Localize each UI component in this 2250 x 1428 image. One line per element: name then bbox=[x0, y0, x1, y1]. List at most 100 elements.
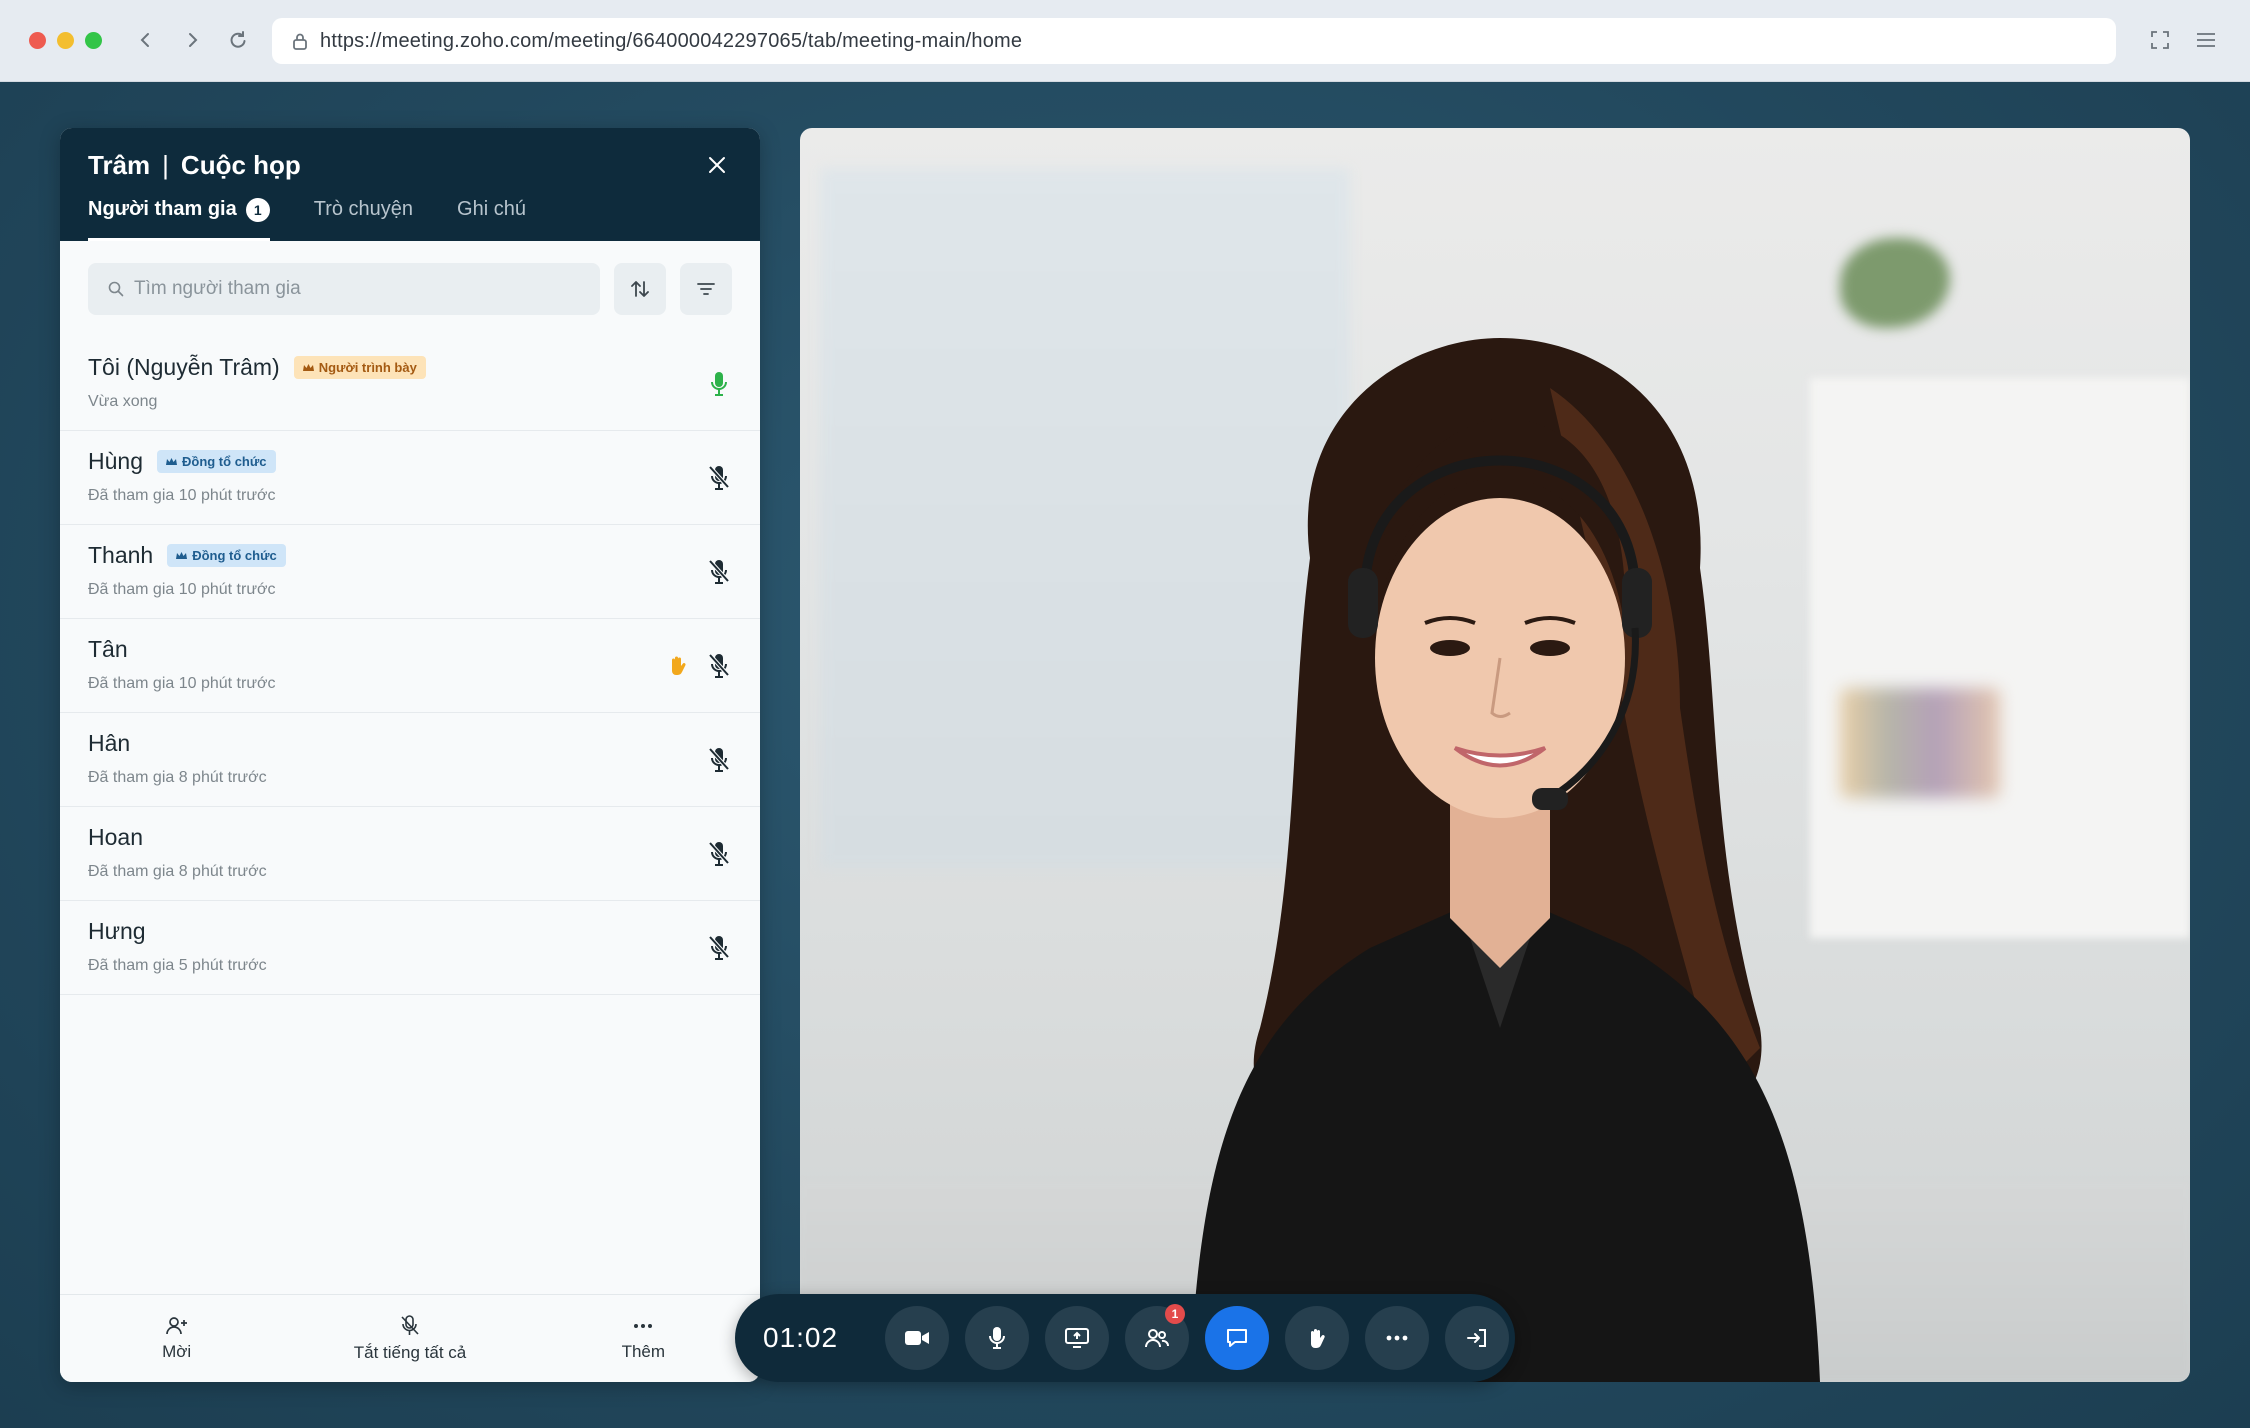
participant-name: Tôi (Nguyễn Trâm) bbox=[88, 354, 280, 380]
reload-button[interactable] bbox=[220, 22, 256, 58]
participant-name: Hùng bbox=[88, 448, 143, 474]
close-window-button[interactable] bbox=[29, 32, 46, 49]
mic-muted-icon[interactable] bbox=[706, 558, 732, 586]
mic-muted-icon[interactable] bbox=[706, 934, 732, 962]
participant-status: Đã tham gia 10 phút trước bbox=[88, 581, 276, 598]
crown-icon bbox=[302, 363, 314, 371]
search-icon bbox=[108, 281, 124, 297]
chat-button[interactable] bbox=[1205, 1306, 1269, 1370]
meeting-controls: 01:02 1 bbox=[735, 1294, 1515, 1382]
filter-button[interactable] bbox=[680, 263, 732, 315]
share-screen-button[interactable] bbox=[1045, 1306, 1109, 1370]
filter-icon bbox=[697, 283, 715, 295]
tab-notes[interactable]: Ghi chú bbox=[457, 194, 526, 241]
invite-button[interactable]: Mời bbox=[60, 1295, 293, 1382]
title-separator: | bbox=[162, 150, 169, 180]
participants-list: Tôi (Nguyễn Trâm) Người trình bày Vừa xo… bbox=[60, 337, 760, 995]
share-screen-icon bbox=[1065, 1328, 1089, 1348]
participant-row[interactable]: Tôi (Nguyễn Trâm) Người trình bày Vừa xo… bbox=[60, 337, 760, 431]
mic-off-icon bbox=[401, 1314, 419, 1335]
participant-status: Đã tham gia 10 phút trước bbox=[88, 487, 276, 504]
fullscreen-button[interactable] bbox=[2142, 22, 2178, 58]
participants-panel: Trâm | Cuộc họp Người tham gia 1 Trò chu… bbox=[60, 128, 760, 1382]
user-name: Trâm bbox=[88, 150, 151, 180]
mic-on-icon[interactable] bbox=[706, 370, 732, 398]
participant-row[interactable]: Hưng Đã tham gia 5 phút trước bbox=[60, 901, 760, 995]
minimize-window-button[interactable] bbox=[57, 32, 74, 49]
participant-row[interactable]: Tân Đã tham gia 10 phút trước bbox=[60, 619, 760, 713]
panel-footer: Mời Tắt tiếng tất cả Thêm bbox=[60, 1294, 760, 1382]
cohost-badge: Đồng tổ chức bbox=[156, 450, 276, 473]
tab-participants[interactable]: Người tham gia 1 bbox=[88, 194, 270, 241]
participant-status: Đã tham gia 8 phút trước bbox=[88, 863, 267, 880]
more-dots-icon bbox=[1386, 1335, 1408, 1341]
participant-name: Thanh bbox=[88, 542, 154, 568]
mute-all-label: Tắt tiếng tất cả bbox=[353, 1342, 467, 1362]
participant-status: Vừa xong bbox=[88, 393, 158, 410]
camera-button[interactable] bbox=[885, 1306, 949, 1370]
more-options-button[interactable] bbox=[1365, 1306, 1429, 1370]
search-input[interactable] bbox=[134, 278, 534, 300]
mic-muted-icon[interactable] bbox=[706, 840, 732, 868]
crown-icon bbox=[165, 457, 177, 465]
meeting-label: Cuộc họp bbox=[180, 150, 301, 180]
chevron-left-icon bbox=[140, 33, 149, 47]
participant-row[interactable]: Hùng Đồng tổ chức Đã tham gia 10 phút tr… bbox=[60, 431, 760, 525]
mic-muted-icon[interactable] bbox=[706, 746, 732, 774]
participant-name: Tân bbox=[88, 636, 128, 662]
exit-icon bbox=[1467, 1329, 1486, 1347]
panel-tabs: Người tham gia 1 Trò chuyện Ghi chú bbox=[88, 194, 526, 241]
mute-all-button[interactable]: Tắt tiếng tất cả bbox=[293, 1295, 526, 1382]
participant-name: Hân bbox=[88, 730, 131, 756]
video-camera-icon bbox=[905, 1331, 929, 1345]
tab-label: Người tham gia bbox=[88, 198, 237, 220]
search-box[interactable] bbox=[88, 263, 600, 315]
participant-row[interactable]: Hoan Đã tham gia 8 phút trước bbox=[60, 807, 760, 901]
mic-muted-icon[interactable] bbox=[706, 464, 732, 492]
forward-button[interactable] bbox=[174, 22, 210, 58]
add-person-icon bbox=[165, 1316, 187, 1334]
invite-label: Mời bbox=[162, 1341, 192, 1361]
hand-icon bbox=[1311, 1328, 1325, 1348]
raise-hand-button[interactable] bbox=[1285, 1306, 1349, 1370]
chat-bubble-icon bbox=[1227, 1329, 1247, 1347]
more-label: Thêm bbox=[621, 1341, 666, 1361]
participants-button[interactable]: 1 bbox=[1125, 1304, 1189, 1370]
tab-label: Ghi chú bbox=[457, 198, 526, 220]
address-bar[interactable]: https://meeting.zoho.com/meeting/6640000… bbox=[272, 18, 2116, 64]
tab-chat[interactable]: Trò chuyện bbox=[314, 194, 413, 241]
microphone-button[interactable] bbox=[965, 1306, 1029, 1370]
leave-meeting-button[interactable] bbox=[1445, 1306, 1509, 1370]
video-feed bbox=[800, 128, 2190, 1382]
sort-icon bbox=[631, 281, 649, 297]
maximize-window-button[interactable] bbox=[85, 32, 102, 49]
participant-video-person bbox=[1190, 338, 1820, 1382]
reload-icon bbox=[230, 31, 246, 48]
search-row bbox=[88, 263, 732, 315]
panel-title: Trâm | Cuộc họp bbox=[88, 150, 301, 181]
participant-name: Hoan bbox=[88, 824, 143, 850]
microphone-icon bbox=[989, 1327, 1005, 1349]
meeting-timer: 01:02 bbox=[763, 1322, 839, 1353]
participants-count-badge: 1 bbox=[245, 198, 270, 222]
participant-status: Đã tham gia 10 phút trước bbox=[88, 675, 276, 692]
url-text: https://meeting.zoho.com/meeting/6640000… bbox=[320, 29, 1023, 52]
tab-label: Trò chuyện bbox=[313, 198, 414, 220]
close-panel-button[interactable] bbox=[700, 148, 734, 182]
crown-icon bbox=[176, 551, 188, 559]
mic-muted-icon[interactable] bbox=[706, 652, 732, 680]
sort-button[interactable] bbox=[614, 263, 666, 315]
browser-toolbar: https://meeting.zoho.com/meeting/6640000… bbox=[0, 0, 2250, 82]
participant-row[interactable]: Hân Đã tham gia 8 phút trước bbox=[60, 713, 760, 807]
participants-notification-badge: 1 bbox=[1165, 1304, 1185, 1324]
chevron-right-icon bbox=[189, 33, 198, 47]
back-button[interactable] bbox=[128, 22, 164, 58]
menu-button[interactable] bbox=[2188, 22, 2224, 58]
participant-name: Hưng bbox=[88, 918, 146, 944]
background-plant bbox=[1840, 238, 1950, 328]
participant-row[interactable]: Thanh Đồng tổ chức Đã tham gia 10 phút t… bbox=[60, 525, 760, 619]
more-button[interactable]: Thêm bbox=[527, 1295, 760, 1382]
participant-status: Đã tham gia 5 phút trước bbox=[88, 957, 267, 974]
raised-hand-icon bbox=[666, 654, 690, 678]
cohost-badge: Đồng tổ chức bbox=[167, 544, 286, 567]
